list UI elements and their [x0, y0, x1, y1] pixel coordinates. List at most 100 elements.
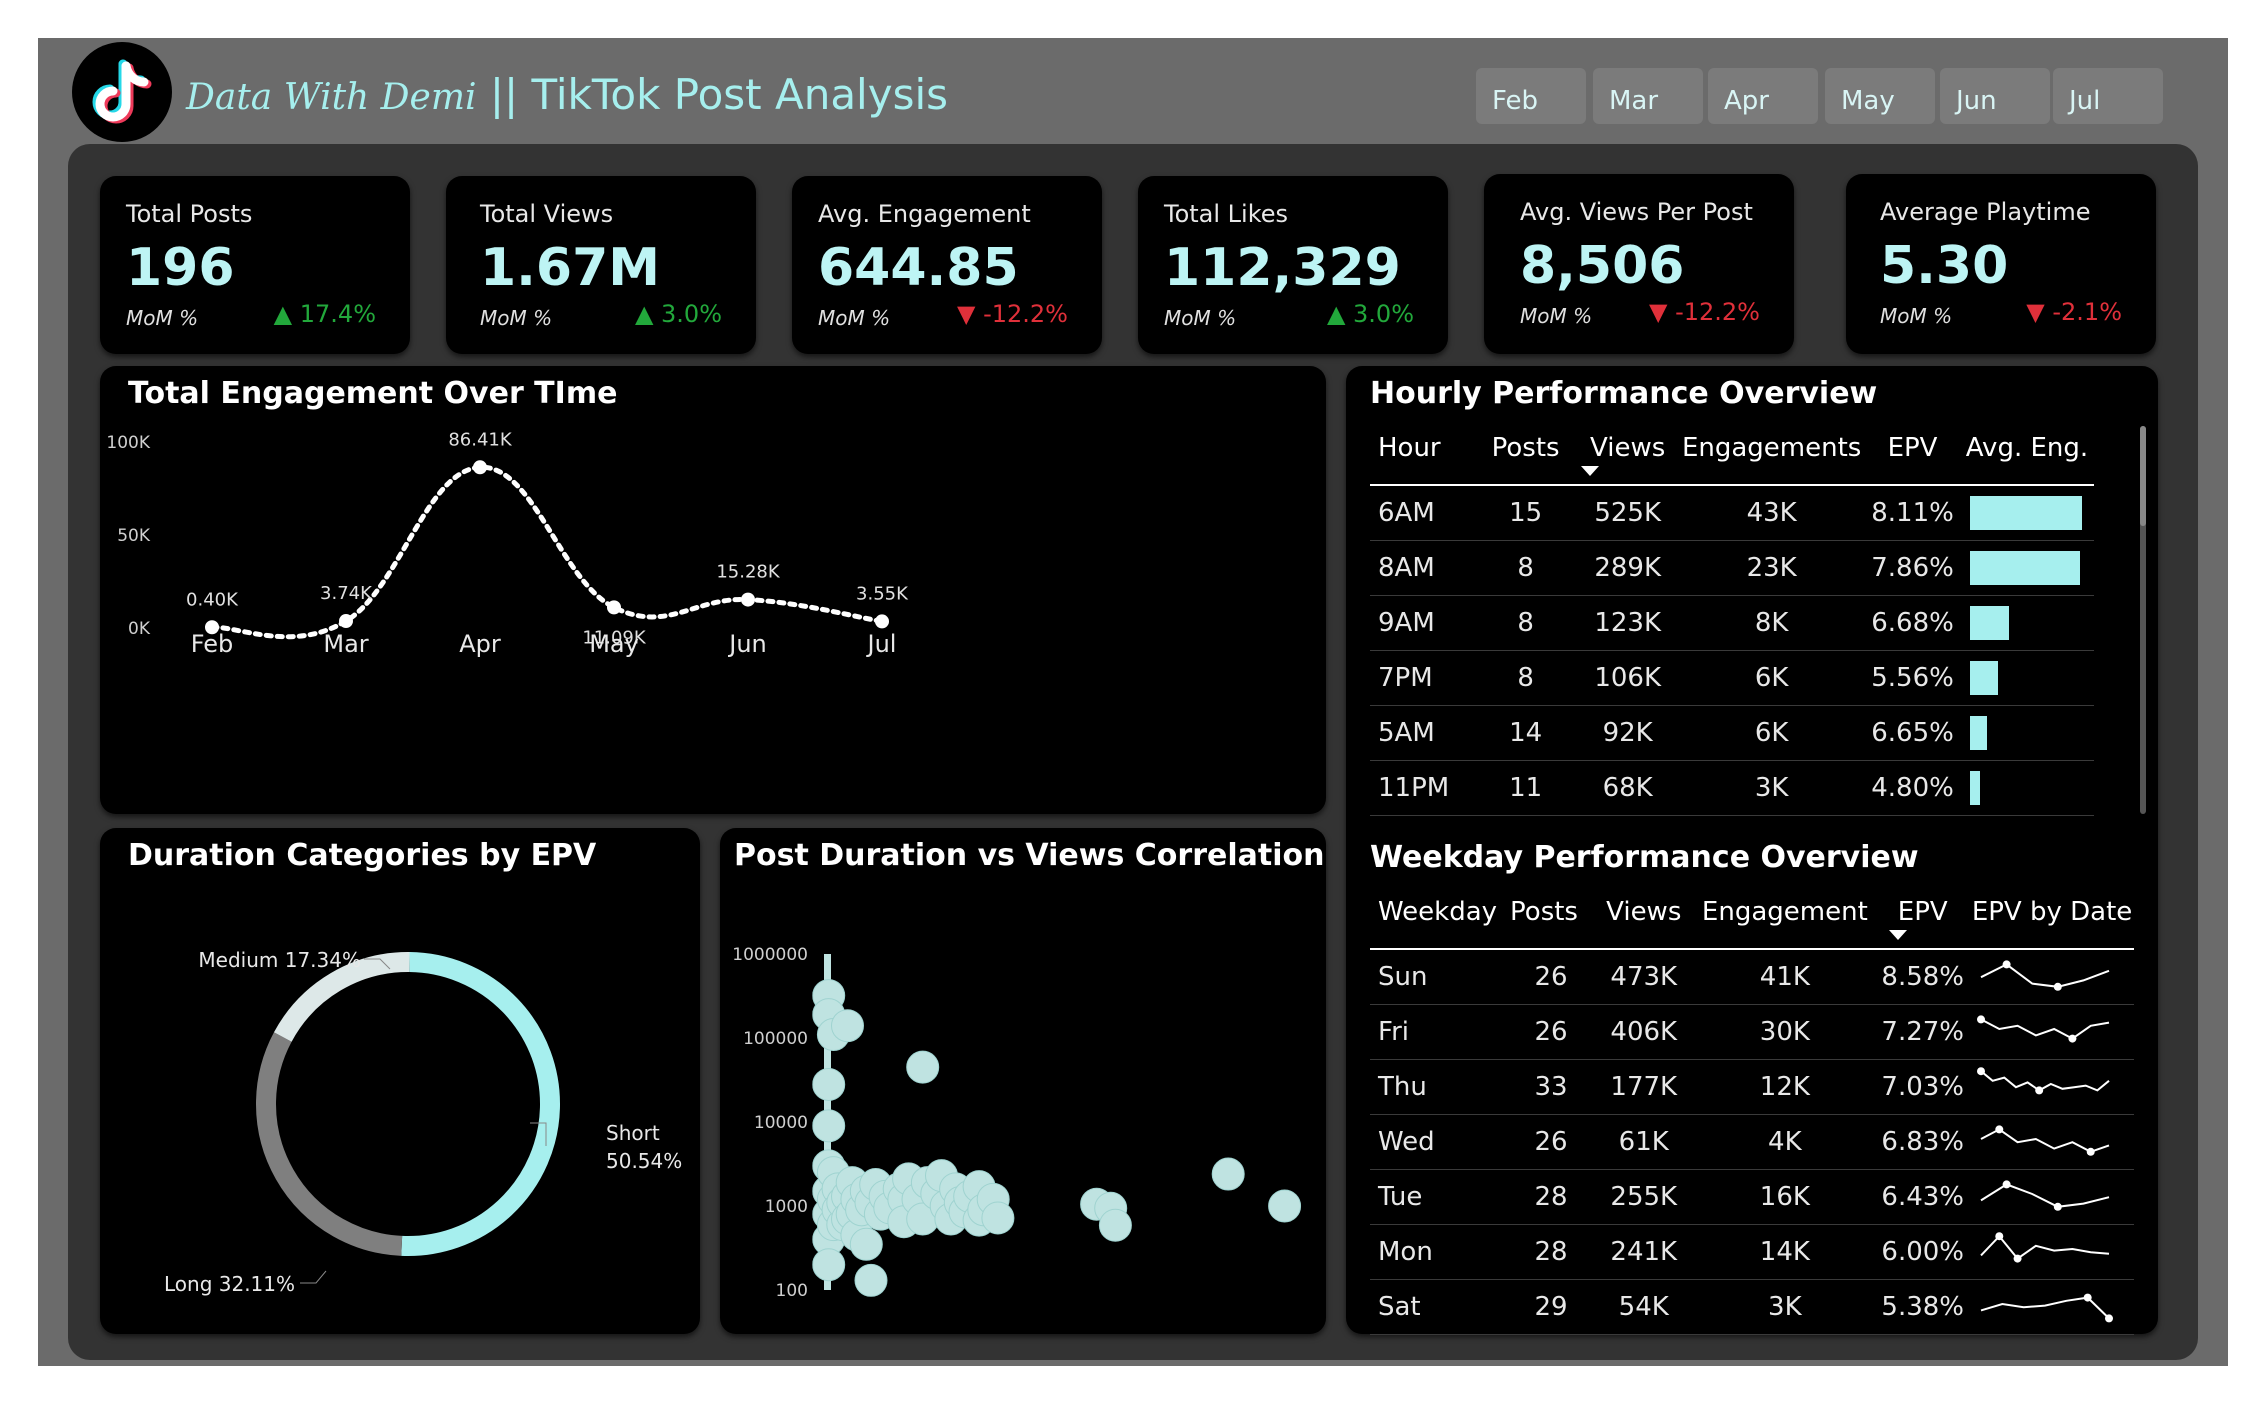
y-tick-label: 100: [776, 1281, 808, 1301]
col-posts[interactable]: Posts: [1509, 876, 1593, 949]
table-row[interactable]: Sun 26 473K 41K 8.58%: [1370, 949, 2134, 1005]
col-views[interactable]: Views: [1577, 412, 1678, 485]
table-row[interactable]: 6AM 15 525K 43K 8.11%: [1370, 485, 2094, 541]
col-epv[interactable]: EPV: [1875, 876, 1970, 949]
x-tick-label: Feb: [191, 630, 234, 658]
col-weekday[interactable]: Weekday: [1370, 876, 1509, 949]
sparkline-marker: [2053, 1202, 2062, 1211]
scatter-point: [855, 1264, 887, 1296]
month-button-feb[interactable]: Feb: [1476, 68, 1586, 124]
cell-engagement: 14K: [1694, 1224, 1876, 1280]
cell-weekday: Mon: [1370, 1224, 1510, 1280]
cell-views: 289K: [1577, 540, 1679, 596]
cell-posts: 8: [1474, 540, 1578, 596]
cell-posts: 28: [1509, 1169, 1594, 1225]
month-button-jun[interactable]: Jun: [1940, 68, 2050, 124]
engagement-over-time-panel: Total Engagement Over TIme 0K 50K 100K 0.40…: [100, 366, 1326, 814]
scatter-point: [832, 1010, 864, 1042]
col-engagement[interactable]: Engagement: [1694, 876, 1875, 949]
col-views[interactable]: Views: [1593, 876, 1694, 949]
table-row[interactable]: Sat 29 54K 3K 5.38%: [1370, 1279, 2134, 1335]
table-row[interactable]: Wed 26 61K 4K 6.83%: [1370, 1114, 2134, 1170]
cell-epv-by-date: [1970, 1169, 2134, 1225]
tiktok-logo-icon: [72, 42, 172, 142]
kpi-value: 644.85: [818, 238, 1019, 298]
avg-eng-bar: [1969, 771, 1981, 805]
header: Data With Demi || TikTok Post Analysis F…: [38, 38, 2228, 144]
x-tick-label: Apr: [459, 630, 501, 658]
cell-views: 68K: [1577, 760, 1679, 816]
cell-engagements: 23K: [1678, 540, 1866, 596]
table-row[interactable]: 5AM 14 92K 6K 6.65%: [1370, 705, 2094, 761]
data-label: 15.28K: [716, 562, 781, 583]
sparkline-path: [1980, 1182, 2110, 1208]
data-point: [339, 614, 353, 629]
col-avg-eng[interactable]: Avg. Eng.: [1960, 412, 2094, 485]
month-button-apr[interactable]: Apr: [1708, 68, 1818, 124]
epv-sparkline: [1977, 1014, 2110, 1043]
hourly-scrollbar[interactable]: [2140, 426, 2146, 814]
x-tick-label: 50: [1048, 1332, 1071, 1334]
table-row[interactable]: 9AM 8 123K 8K 6.68%: [1370, 595, 2094, 651]
table-row[interactable]: Tue 28 255K 16K 6.43%: [1370, 1169, 2134, 1225]
weekday-table-title: Weekday Performance Overview: [1370, 840, 1919, 875]
col-hour[interactable]: Hour: [1370, 412, 1474, 485]
cell-posts: 15: [1474, 485, 1578, 541]
cell-views: 525K: [1577, 485, 1679, 541]
cell-engagement: 16K: [1694, 1169, 1876, 1225]
month-button-mar[interactable]: Mar: [1593, 68, 1703, 124]
epv-sparkline: [1980, 1179, 2110, 1211]
kpi-label: Avg. Engagement: [818, 200, 1031, 228]
cell-epv: 8.58%: [1875, 949, 1971, 1005]
scrollbar-thumb[interactable]: [2140, 426, 2146, 526]
cell-engagements: 8K: [1678, 595, 1866, 651]
cell-views: 61K: [1593, 1114, 1695, 1170]
table-row[interactable]: 11PM 11 68K 3K 4.80%: [1370, 760, 2094, 816]
duration-views-scatter: 100 1000 10000 100000 1000000 0 50 100: [732, 945, 1311, 1334]
weekday-table: Weekday Posts Views Engagement EPV EPV b…: [1370, 876, 2134, 1335]
kpi-card-total-likes: Total Likes 112,329 MoM % ▲ 3.0%: [1138, 176, 1448, 354]
table-row[interactable]: Mon 28 241K 14K 6.00%: [1370, 1224, 2134, 1280]
engagement-line-chart: 0K50K100K0.40KFeb3.74KMar86.41KApr 11.09K…: [106, 429, 909, 658]
engagement-series-line: [209, 464, 885, 640]
table-row[interactable]: 7PM 8 106K 6K 5.56%: [1370, 650, 2094, 706]
col-epv[interactable]: EPV: [1865, 412, 1960, 485]
table-header-row: Hour Posts Views Engagements EPV Avg. En…: [1370, 412, 2094, 485]
y-tick-label: 0K: [128, 619, 151, 639]
month-button-may[interactable]: May: [1825, 68, 1935, 124]
dashboard-title: || TikTok Post Analysis: [476, 70, 949, 119]
kpi-card-avg-views-per-post: Avg. Views Per Post 8,506 MoM % ▼ -12.2%: [1484, 174, 1794, 354]
cell-weekday: Sat: [1370, 1279, 1510, 1335]
col-posts[interactable]: Posts: [1474, 412, 1577, 485]
cell-hour: 7PM: [1370, 650, 1475, 706]
col-engagements[interactable]: Engagements: [1678, 412, 1865, 485]
cell-posts: 26: [1509, 949, 1594, 1005]
col-views-label: Views: [1590, 433, 1666, 463]
kpi-mom-label: MoM %: [126, 306, 199, 330]
cell-posts: 29: [1509, 1279, 1594, 1335]
sort-desc-icon: [1581, 466, 1600, 476]
table-row[interactable]: Thu 33 177K 12K 7.03%: [1370, 1059, 2134, 1115]
month-button-jul[interactable]: Jul: [2053, 68, 2163, 124]
kpi-delta: ▼ -12.2%: [957, 300, 1068, 328]
data-label: 3.55K: [856, 583, 909, 604]
cell-engagements: 43K: [1678, 485, 1866, 541]
kpi-value: 1.67M: [480, 238, 661, 298]
data-point: [741, 592, 755, 607]
col-epv-by-date[interactable]: EPV by Date: [1970, 876, 2134, 949]
cell-hour: 9AM: [1370, 595, 1475, 651]
cell-epv: 5.38%: [1875, 1279, 1971, 1335]
cell-epv-by-date: [1970, 1224, 2134, 1280]
sparkline-marker: [1977, 1014, 1986, 1023]
data-label: 0.40K: [186, 589, 239, 610]
donut-slice-short: [401, 952, 560, 1256]
kpi-delta: ▼ -2.1%: [2026, 298, 2122, 326]
sparkline-marker: [2105, 1313, 2114, 1322]
table-row[interactable]: Fri 26 406K 30K 7.27%: [1370, 1004, 2134, 1060]
scatter-point: [907, 1051, 939, 1083]
scatter-point: [1269, 1190, 1301, 1222]
table-row[interactable]: 8AM 8 289K 23K 7.86%: [1370, 540, 2094, 596]
epv-sparkline: [1980, 959, 2110, 991]
x-tick-label: 100: [1277, 1332, 1311, 1334]
cell-views: 473K: [1593, 949, 1695, 1005]
